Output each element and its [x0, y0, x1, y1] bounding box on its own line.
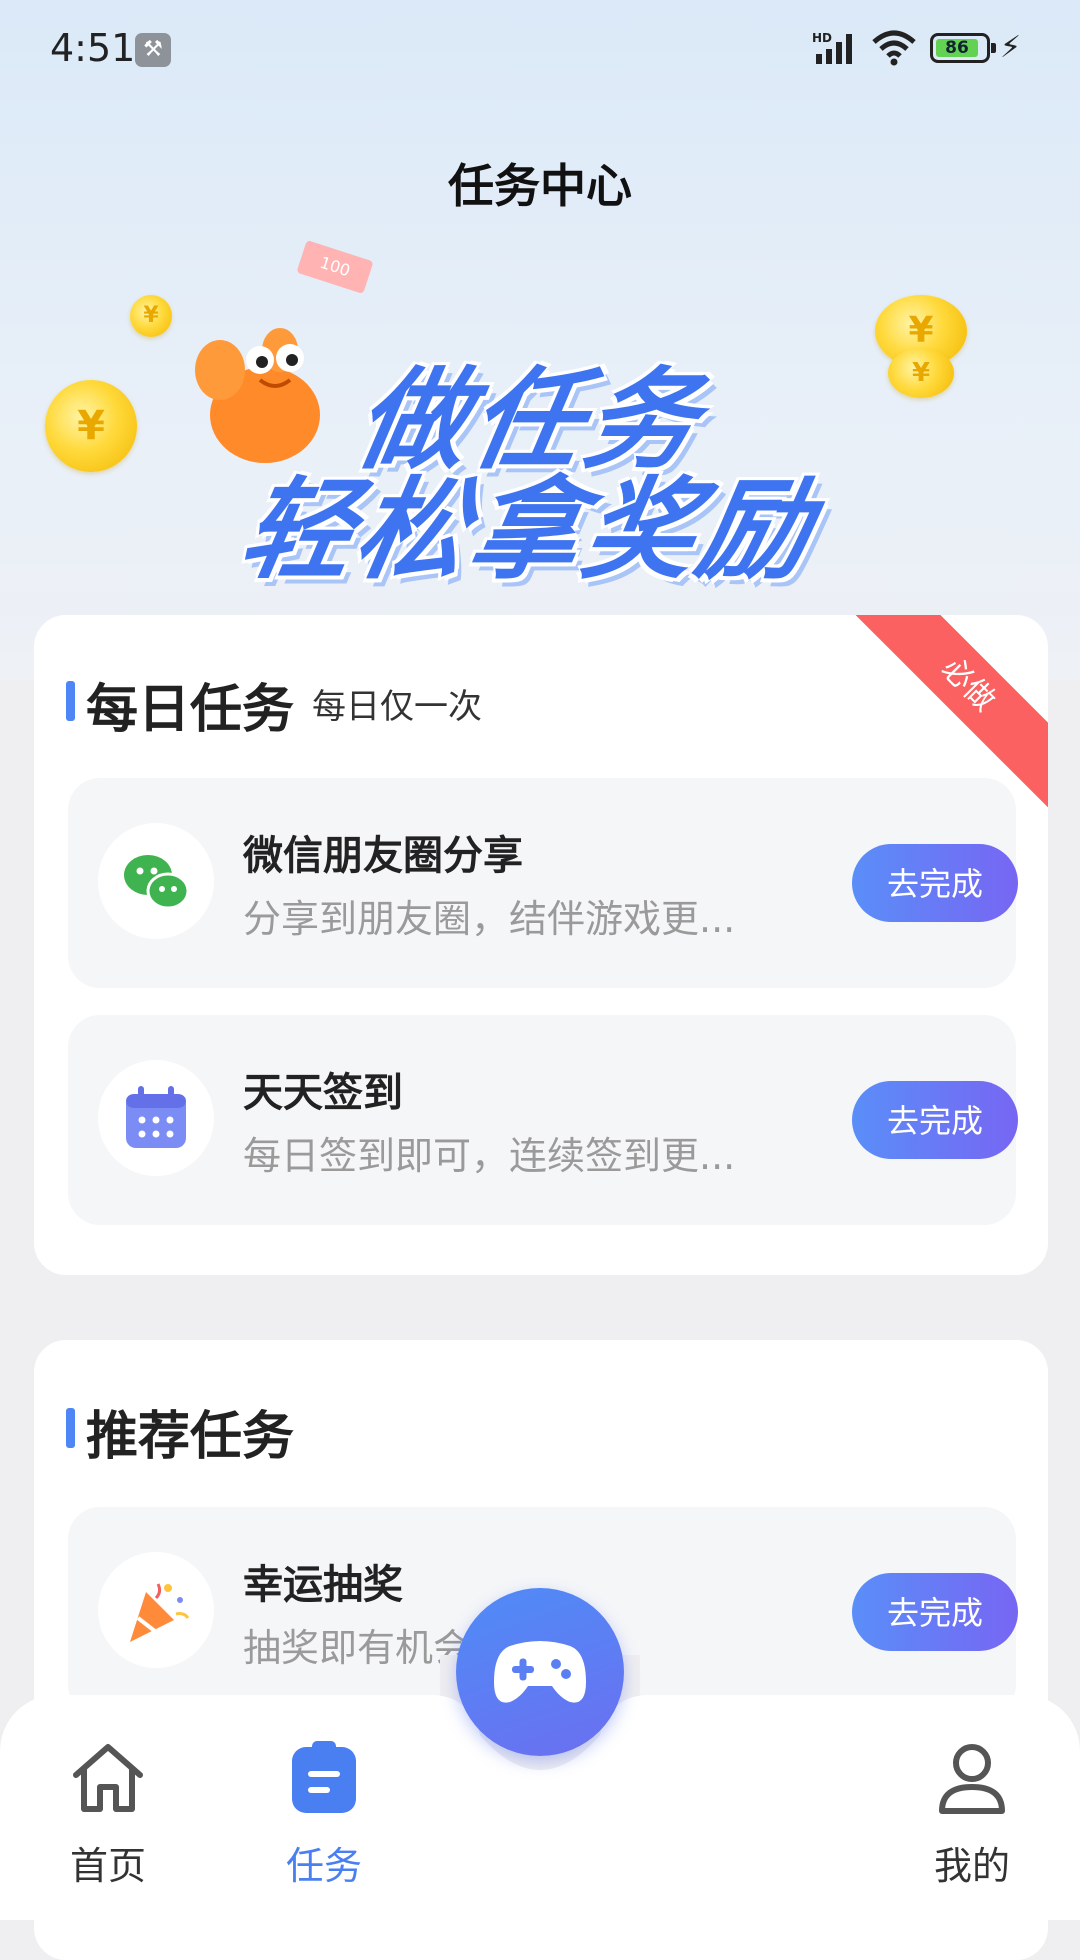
user-icon	[939, 1744, 1005, 1814]
task-title: 微信朋友圈分享	[243, 833, 523, 879]
gamepad-icon	[494, 1641, 586, 1703]
coin-icon: ¥	[130, 295, 172, 337]
daily-tasks-card: 每日任务 每日仅一次 必做 微信朋友圈分享 分享到朋友圈，结伴游戏更... 去完…	[34, 615, 1048, 1275]
banner-subheadline: 轻松拿奖励	[231, 466, 825, 594]
svg-text:HD: HD	[812, 31, 832, 45]
party-popper-icon	[98, 1552, 214, 1668]
promo-banner: 100 ¥ ¥ ¥ ¥ ¥ ¥ ¥ ¥ ¥ ¥ ¥ ¥ ¥ ¥ ¥ ¥ ¥ ¥ …	[30, 240, 1050, 600]
task-item: 天天签到 每日签到即可，连续签到更... 去完成	[68, 1015, 1018, 1225]
nav-label: 任务	[285, 1844, 362, 1888]
complete-task-button[interactable]: 去完成	[852, 1573, 1018, 1651]
task-title: 天天签到	[243, 1070, 403, 1116]
nav-item-profile[interactable]: 我的	[902, 1735, 1042, 1890]
recommended-section-title: 推荐任务	[86, 1407, 295, 1467]
nav-item-home[interactable]: 首页	[38, 1735, 178, 1890]
complete-task-button[interactable]: 去完成	[852, 1081, 1018, 1159]
section-accent-bar	[66, 681, 75, 721]
battery-icon: 86	[930, 33, 996, 63]
task-item: 微信朋友圈分享 分享到朋友圈，结伴游戏更... 去完成	[68, 778, 1018, 988]
status-bar: 4:51 ⚒ HD 86 ⚡	[0, 0, 1080, 100]
coin-icon: ¥	[888, 348, 954, 398]
battery-level: 86	[936, 39, 978, 57]
wrench-icon: ⚒	[135, 33, 171, 67]
task-title: 幸运抽奖	[243, 1562, 403, 1608]
home-icon	[73, 1744, 143, 1812]
coin-icon: ¥	[45, 380, 137, 472]
game-center-button[interactable]	[456, 1588, 624, 1756]
wechat-icon	[98, 823, 214, 939]
task-description: 分享到朋友圈，结伴游戏更...	[243, 897, 736, 941]
section-accent-bar	[66, 1408, 75, 1448]
nav-label: 首页	[69, 1844, 146, 1888]
nav-item-tasks[interactable]: 任务	[254, 1735, 394, 1890]
daily-section-subtitle: 每日仅一次	[312, 687, 482, 727]
wifi-icon	[872, 30, 916, 66]
signal-icon: HD	[812, 31, 852, 64]
task-clipboard-icon	[292, 1741, 356, 1813]
task-description: 每日签到即可，连续签到更...	[243, 1134, 736, 1178]
banknote-icon: 100	[296, 240, 374, 294]
status-time: 4:51	[50, 26, 136, 70]
nav-label: 我的	[933, 1844, 1010, 1888]
charging-icon: ⚡	[1000, 30, 1022, 65]
complete-task-button[interactable]: 去完成	[852, 844, 1018, 922]
page-title: 任务中心	[448, 159, 632, 213]
daily-section-title: 每日任务	[86, 680, 295, 740]
calendar-icon	[98, 1060, 214, 1176]
